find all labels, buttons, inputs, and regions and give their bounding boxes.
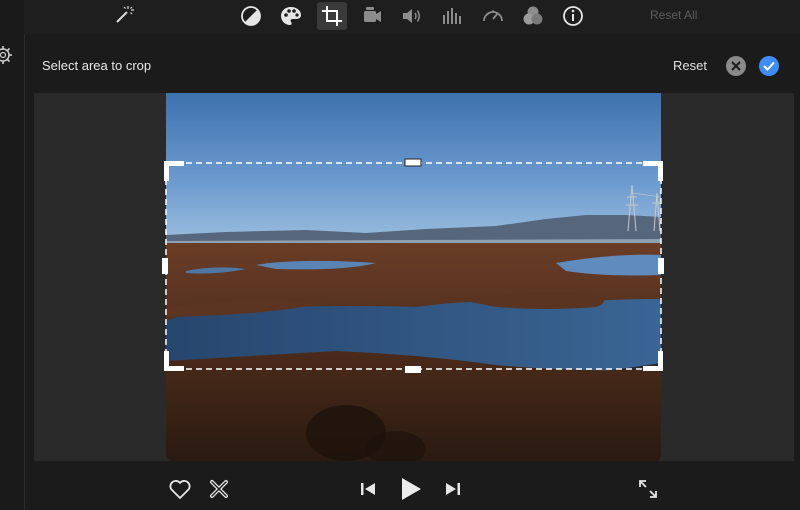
play-icon[interactable]: [397, 475, 425, 503]
fullscreen-icon[interactable]: [635, 476, 661, 502]
favorite-heart-icon[interactable]: [167, 477, 193, 501]
crop-overlay: [162, 158, 664, 373]
crop-corner-handles[interactable]: [164, 161, 663, 371]
skip-back-icon[interactable]: [356, 478, 380, 500]
crop-rectangle[interactable]: [165, 162, 662, 370]
reject-x-icon[interactable]: [206, 477, 232, 501]
skip-forward-icon[interactable]: [441, 478, 465, 500]
crop-edge-handles[interactable]: [162, 158, 664, 373]
